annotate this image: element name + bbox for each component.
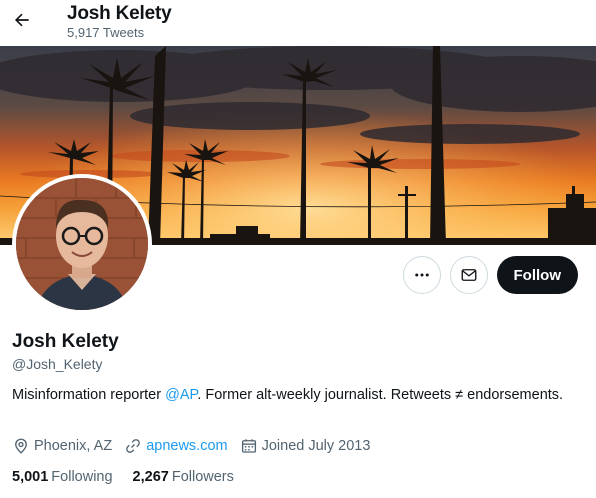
profile-avatar[interactable]	[12, 174, 152, 314]
message-button[interactable]	[449, 256, 488, 294]
followers-link[interactable]: 2,267 Followers	[133, 469, 234, 485]
following-label: Following	[51, 469, 113, 485]
profile-name: Josh Kelety	[12, 331, 119, 352]
more-button[interactable]	[402, 256, 441, 294]
location-text: Phoenix, AZ	[34, 438, 113, 454]
arrow-left-icon	[15, 13, 29, 27]
profile-header-bar: Josh Kelety 5,917 Tweets	[0, 0, 596, 46]
location-pin-icon	[15, 438, 27, 454]
followers-count: 2,267	[132, 469, 169, 485]
followers-label: Followers	[171, 469, 234, 485]
follow-button[interactable]: Follow	[496, 256, 578, 294]
joined-item: Joined July 2013	[240, 437, 371, 455]
back-button[interactable]	[6, 4, 38, 36]
profile-bio: Misinformation reporter @AP. Former alt-…	[12, 385, 572, 405]
avatar-image	[16, 178, 148, 310]
website-item: apnews.com	[124, 437, 228, 455]
following-count: 5,001	[12, 469, 49, 485]
link-icon	[126, 439, 141, 453]
more-horizontal-icon	[414, 273, 429, 277]
header-tweet-count: 5,917 Tweets	[67, 25, 145, 40]
profile-handle: @Josh_Kelety	[12, 356, 103, 372]
profile-stats: 5,001 Following 2,267 Followers	[12, 469, 254, 485]
bio-text: Misinformation reporter	[12, 387, 166, 403]
joined-text: Joined July 2013	[261, 438, 371, 454]
location-item: Phoenix, AZ	[12, 437, 112, 455]
bio-mention-link[interactable]: @AP	[165, 387, 197, 403]
website-link[interactable]: apnews.com	[146, 438, 227, 454]
calendar-icon	[241, 439, 256, 453]
following-link[interactable]: 5,001 Following	[12, 469, 113, 485]
profile-meta: Phoenix, AZ apnews.com Joined July 2013	[12, 437, 382, 455]
bio-text-rest: . Former alt-weekly journalist. Retweets…	[197, 387, 564, 403]
envelope-icon	[461, 269, 476, 281]
profile-actions: Follow	[402, 256, 578, 294]
header-name: Josh Kelety	[67, 3, 172, 24]
